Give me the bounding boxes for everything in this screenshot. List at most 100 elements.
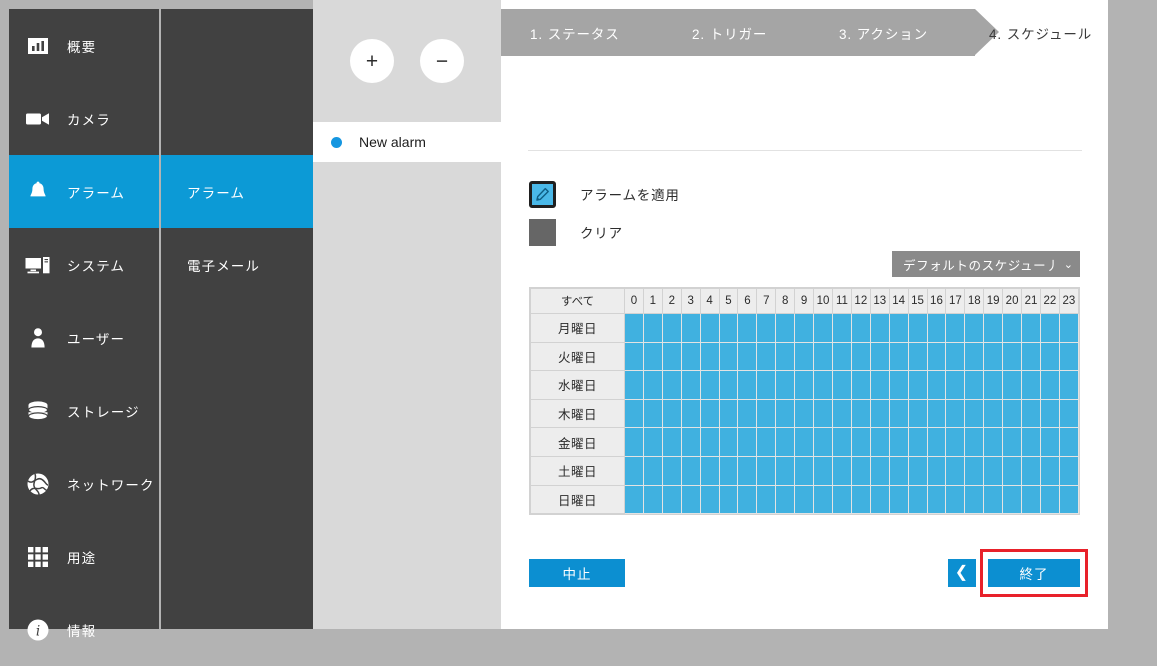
schedule-slot[interactable] [813,341,833,372]
schedule-slot[interactable] [1058,370,1080,400]
schedule-slot[interactable] [964,313,985,343]
schedule-slot[interactable] [1002,370,1023,400]
sidebar-item-overview[interactable]: 概要 [9,9,159,82]
schedule-slot[interactable] [794,398,815,429]
schedule-day-label[interactable]: 金曜日 [530,427,625,457]
schedule-slot[interactable] [1039,427,1060,457]
schedule-slot[interactable] [1058,484,1080,515]
sidebar-item-network[interactable]: ネットワーク [9,447,159,520]
schedule-slot[interactable] [642,313,663,343]
wizard-step-action[interactable]: 3. アクション [839,9,928,56]
schedule-slot[interactable] [945,484,966,515]
hour-header[interactable]: 21 [1021,288,1041,314]
schedule-slot[interactable] [945,370,966,400]
schedule-day-label[interactable]: 水曜日 [530,370,625,400]
schedule-slot[interactable] [699,484,720,515]
sidebar-item-alarm[interactable]: アラーム [9,155,159,228]
hour-header[interactable]: 12 [850,288,871,314]
schedule-slot[interactable] [775,427,796,457]
schedule-slot[interactable] [850,341,871,372]
back-button[interactable]: ❮ [948,559,976,587]
schedule-slot[interactable] [624,313,644,343]
schedule-slot[interactable] [661,398,682,429]
schedule-slot[interactable] [888,313,909,343]
schedule-slot[interactable] [869,341,890,372]
sidebar-item-info[interactable]: i 情報 [9,593,159,666]
schedule-slot[interactable] [775,370,796,400]
schedule-slot[interactable] [983,455,1004,486]
schedule-slot[interactable] [1058,455,1080,486]
list-item[interactable]: New alarm [313,122,501,162]
schedule-slot[interactable] [850,313,871,343]
schedule-slot[interactable] [983,313,1004,343]
remove-alarm-button[interactable]: − [420,39,464,83]
schedule-day-label[interactable]: 土曜日 [530,455,625,486]
schedule-slot[interactable] [1002,398,1023,429]
schedule-slot[interactable] [888,427,909,457]
schedule-slot[interactable] [888,484,909,515]
hour-header[interactable]: 4 [699,288,720,314]
schedule-slot[interactable] [888,341,909,372]
schedule-slot[interactable] [1021,313,1041,343]
schedule-slot[interactable] [831,455,852,486]
legend-clear[interactable]: クリア [529,213,680,251]
schedule-slot[interactable] [907,313,928,343]
schedule-slot[interactable] [1058,341,1080,372]
schedule-slot[interactable] [642,341,663,372]
subnav-item-email[interactable]: 電子メール [161,228,313,301]
schedule-slot[interactable] [756,313,777,343]
schedule-slot[interactable] [831,484,852,515]
schedule-slot[interactable] [718,370,739,400]
schedule-slot[interactable] [1039,370,1060,400]
schedule-slot[interactable] [1039,313,1060,343]
schedule-slot[interactable] [1002,313,1023,343]
schedule-slot[interactable] [1039,484,1060,515]
schedule-slot[interactable] [907,455,928,486]
schedule-slot[interactable] [813,313,833,343]
hour-header[interactable]: 3 [680,288,701,314]
schedule-select-all[interactable]: すべて [530,288,625,314]
hour-header[interactable]: 2 [661,288,682,314]
schedule-day-label[interactable]: 木曜日 [530,398,625,429]
schedule-slot[interactable] [964,370,985,400]
schedule-slot[interactable] [1002,427,1023,457]
schedule-slot[interactable] [775,341,796,372]
schedule-slot[interactable] [813,427,833,457]
schedule-slot[interactable] [718,484,739,515]
finish-button[interactable]: 終了 [988,559,1080,587]
schedule-slot[interactable] [964,341,985,372]
schedule-day-label[interactable]: 日曜日 [530,484,625,515]
schedule-slot[interactable] [661,455,682,486]
schedule-slot[interactable] [983,484,1004,515]
schedule-slot[interactable] [1002,455,1023,486]
schedule-slot[interactable] [699,427,720,457]
schedule-slot[interactable] [945,427,966,457]
schedule-slot[interactable] [699,398,720,429]
hour-header[interactable]: 8 [775,288,796,314]
schedule-slot[interactable] [850,398,871,429]
wizard-step-schedule[interactable]: 4. スケジュール [989,9,1092,56]
schedule-slot[interactable] [926,484,947,515]
schedule-slot[interactable] [850,370,871,400]
schedule-slot[interactable] [983,398,1004,429]
schedule-slot[interactable] [756,455,777,486]
schedule-slot[interactable] [869,313,890,343]
schedule-slot[interactable] [737,427,758,457]
hour-header[interactable]: 17 [945,288,966,314]
schedule-slot[interactable] [983,341,1004,372]
schedule-slot[interactable] [1021,484,1041,515]
schedule-slot[interactable] [661,427,682,457]
hour-header[interactable]: 16 [926,288,947,314]
hour-header[interactable]: 1 [642,288,663,314]
legend-apply-alarm[interactable]: アラームを適用 [529,175,680,213]
schedule-slot[interactable] [813,455,833,486]
schedule-slot[interactable] [831,313,852,343]
schedule-slot[interactable] [964,455,985,486]
schedule-slot[interactable] [756,370,777,400]
schedule-slot[interactable] [1039,398,1060,429]
schedule-slot[interactable] [699,313,720,343]
schedule-slot[interactable] [983,427,1004,457]
schedule-slot[interactable] [756,484,777,515]
schedule-slot[interactable] [907,484,928,515]
hour-header[interactable]: 19 [983,288,1004,314]
